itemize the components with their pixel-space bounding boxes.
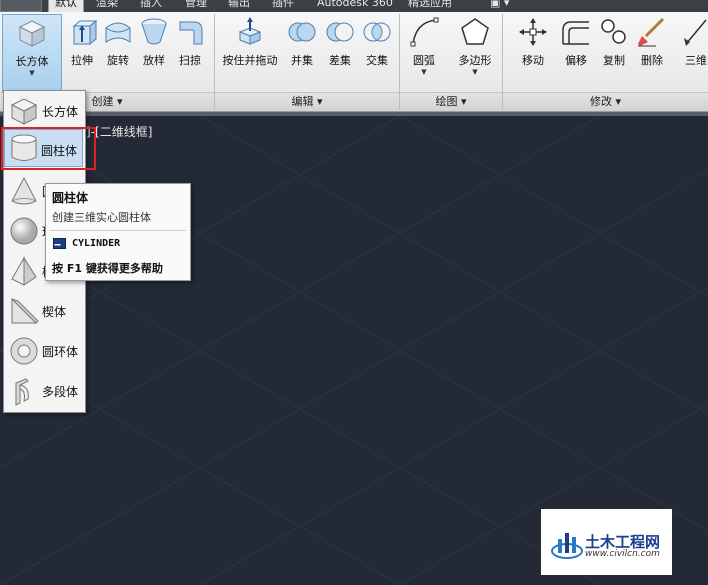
draw-panel-title: 绘图 (435, 95, 458, 108)
chevron-down-icon: ▼ (472, 68, 478, 76)
create-panel-title: 创建 (91, 95, 114, 108)
arc-tool-button[interactable]: 圆弧 ▼ (404, 16, 444, 76)
erase-tool-label: 删除 (641, 54, 663, 67)
box-icon (18, 20, 46, 47)
tab-default[interactable]: 默认 (48, 0, 84, 12)
extrude-tool-label: 拉伸 (71, 54, 93, 67)
dropdown-item-box[interactable]: 长方体 (4, 91, 85, 131)
box-icon (10, 98, 38, 125)
tab-render[interactable]: 渲染 (96, 0, 118, 12)
tab-output[interactable]: 输出 (228, 0, 250, 12)
tooltip-title: 圆柱体 (52, 191, 89, 205)
move-tool-label: 移动 (522, 54, 544, 67)
modify-panel-title: 修改 (589, 95, 612, 108)
extrude-icon (72, 19, 98, 46)
chevron-down-icon: ▼ (29, 69, 35, 77)
sweep-icon (179, 21, 203, 45)
tooltip-divider (50, 230, 186, 231)
revolve-tool-button[interactable]: 旋转 (98, 16, 138, 68)
torus-icon (10, 337, 38, 365)
cone-icon (11, 176, 37, 205)
ribbon-tab-bar: 默认 渲染 插入 管理 输出 插件 Autodesk 360 精选应用 ▣ ▾ (0, 0, 708, 12)
arc-tool-label: 圆弧 (413, 54, 435, 67)
dropdown-item-polysolid[interactable]: 多段体 (4, 371, 85, 411)
annotation-highlight-frame (1, 127, 96, 170)
copy-tool-button[interactable]: 复制 (594, 16, 634, 68)
copy-tool-label: 复制 (603, 54, 625, 67)
3d-array-icon (684, 19, 707, 46)
civilcn-logo-icon (551, 533, 583, 559)
intersect-tool-button[interactable]: 交集 (357, 16, 397, 68)
union-icon (288, 22, 316, 42)
tab-plugins[interactable]: 插件 (272, 0, 294, 12)
sphere-icon (10, 217, 38, 245)
polysolid-icon (15, 378, 29, 406)
modify-panel-footer[interactable]: 修改 ▾ (503, 92, 708, 111)
command-line-icon (53, 238, 66, 249)
tooltip-command: CYLINDER (72, 238, 121, 249)
move-icon (519, 18, 547, 46)
loft-icon (141, 18, 167, 45)
polygon-tool-label: 多边形 (458, 54, 492, 67)
copy-icon (601, 19, 626, 44)
union-tool-label: 并集 (291, 54, 313, 67)
offset-tool-button[interactable]: 偏移 (556, 16, 596, 68)
intersect-tool-label: 交集 (366, 54, 388, 67)
revolve-tool-label: 旋转 (107, 54, 129, 67)
cylinder-tooltip: 圆柱体 创建三维实心圆柱体 CYLINDER 按 F1 键获得更多帮助 (45, 183, 191, 281)
box-tool-label: 长方体 (15, 55, 49, 68)
watermark-url: www.civilcn.com (585, 549, 660, 559)
presspull-icon (238, 17, 262, 45)
presspull-tool-button[interactable]: 按住并拖动 (220, 16, 280, 68)
edit-panel-title: 编辑 (291, 95, 314, 108)
offset-tool-label: 偏移 (565, 54, 587, 67)
intersect-icon (363, 22, 391, 42)
dropdown-item-wedge[interactable]: 楔体 (4, 291, 85, 331)
3d-tool-button[interactable]: 三维 (676, 16, 708, 68)
tooltip-description: 创建三维实心圆柱体 (52, 211, 151, 224)
sweep-tool-button[interactable]: 扫掠 (170, 16, 210, 68)
sweep-tool-label: 扫掠 (179, 54, 201, 67)
site-watermark: 土木工程网 www.civilcn.com (541, 509, 672, 575)
erase-tool-button[interactable]: 删除 (632, 16, 672, 68)
loft-tool-button[interactable]: 放样 (134, 16, 174, 68)
move-tool-button[interactable]: 移动 (513, 16, 553, 68)
erase-icon (638, 17, 665, 47)
ribbon: 长方体 ▼ 拉伸 旋转 放样 扫掠 创建 ▾ 按住并拖动 并集 差集 交集 编辑… (0, 12, 708, 112)
chevron-down-icon: ▼ (421, 68, 427, 76)
tab-autodesk360[interactable]: Autodesk 360 (317, 0, 393, 12)
offset-icon (562, 21, 589, 45)
presspull-tool-label: 按住并拖动 (222, 54, 278, 67)
application-button[interactable] (0, 0, 42, 12)
subtract-tool-button[interactable]: 差集 (320, 16, 360, 68)
arc-icon (410, 17, 439, 47)
loft-tool-label: 放样 (143, 54, 165, 67)
dropdown-item-label: 多段体 (42, 385, 79, 399)
dropdown-item-label: 圆环体 (42, 345, 79, 359)
subtract-tool-label: 差集 (329, 54, 351, 67)
tab-featured-apps[interactable]: 精选应用 (408, 0, 452, 12)
wedge-icon (11, 297, 39, 324)
box-tool-button[interactable]: 长方体 ▼ (2, 14, 62, 92)
pyramid-icon (11, 256, 37, 286)
tab-extra-icon[interactable]: ▣ ▾ (490, 0, 509, 12)
dropdown-item-label: 楔体 (42, 305, 67, 319)
dropdown-item-torus[interactable]: 圆环体 (4, 331, 85, 371)
union-tool-button[interactable]: 并集 (282, 16, 322, 68)
polygon-icon (461, 18, 489, 45)
revolve-icon (105, 22, 131, 43)
draw-panel-footer[interactable]: 绘图 ▾ (400, 92, 502, 111)
tooltip-help-text: 按 F1 键获得更多帮助 (52, 262, 163, 275)
tab-insert[interactable]: 插入 (140, 0, 162, 12)
extrude-tool-button[interactable]: 拉伸 (62, 16, 102, 68)
edit-panel-footer[interactable]: 编辑 ▾ (215, 92, 399, 111)
3d-tool-label: 三维 (685, 54, 707, 67)
polygon-tool-button[interactable]: 多边形 ▼ (455, 16, 495, 76)
dropdown-item-label: 长方体 (42, 105, 79, 119)
tab-manage[interactable]: 管理 (185, 0, 207, 12)
subtract-icon (326, 22, 354, 42)
